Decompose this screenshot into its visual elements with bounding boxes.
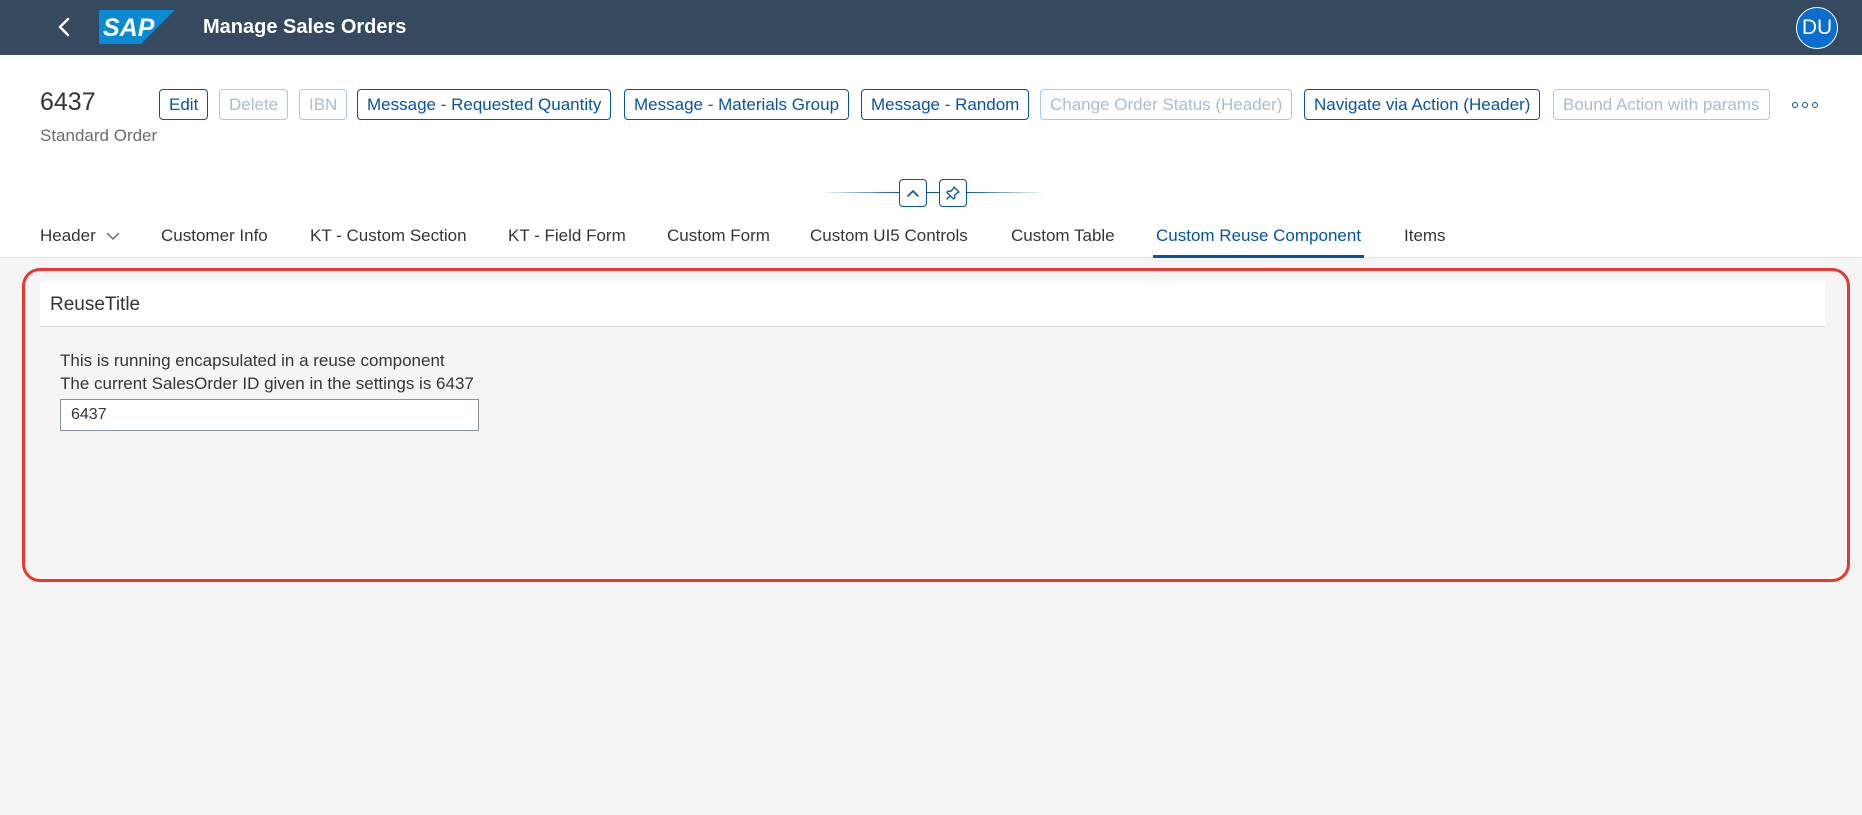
pin-icon [946,186,960,200]
app-title[interactable]: Manage Sales Orders [203,14,406,40]
message-materials-group-button[interactable]: Message - Materials Group [624,89,850,120]
header-divider-mid [927,192,939,193]
object-title: 6437 [40,88,96,116]
chevron-left-icon [58,17,70,37]
tab-label: Header [40,226,96,245]
tab-items[interactable]: Items [1404,219,1446,258]
tab-kt-field-form[interactable]: KT - Field Form [508,219,626,258]
message-random-button[interactable]: Message - Random [861,89,1030,120]
change-order-status-button[interactable]: Change Order Status (Header) [1040,89,1293,120]
edit-button[interactable]: Edit [159,89,209,120]
overflow-icon[interactable] [1792,95,1818,115]
chevron-up-icon [907,190,919,197]
tab-custom-table[interactable]: Custom Table [1011,219,1115,258]
navigate-via-action-button[interactable]: Navigate via Action (Header) [1304,89,1541,120]
header-divider-left [820,192,899,193]
section-title-bar: ReuseTitle [40,281,1825,327]
sap-logo[interactable]: SAP [99,10,175,44]
tab-custom-form[interactable]: Custom Form [667,219,770,258]
tab-header[interactable]: Header [40,219,120,258]
bound-action-with-params-button[interactable]: Bound Action with params [1553,89,1770,120]
collapse-header-button[interactable] [899,179,927,207]
section-title: ReuseTitle [50,294,141,315]
tab-custom-ui5-controls[interactable]: Custom UI5 Controls [810,219,968,258]
ibn-button[interactable]: IBN [299,89,348,120]
tab-customer-info[interactable]: Customer Info [161,219,268,258]
header-divider-right [967,192,1045,193]
back-button[interactable] [46,10,82,44]
user-avatar[interactable]: DU [1796,7,1838,49]
tab-custom-reuse-component[interactable]: Custom Reuse Component [1152,219,1365,258]
sales-order-id-input[interactable] [60,399,479,431]
object-page-header: 6437 Standard Order Edit Delete IBN Mess… [0,55,1862,258]
delete-button[interactable]: Delete [219,89,289,120]
logo-text: SAP [103,14,155,42]
reuse-info-text: This is running encapsulated in a reuse … [60,351,445,370]
object-subtitle: Standard Order [40,126,158,145]
tab-kt-custom-section[interactable]: KT - Custom Section [310,219,467,258]
chevron-down-icon[interactable] [106,232,120,241]
reuse-component-section: ReuseTitle This is running encapsulated … [40,281,1825,566]
shell-bar: SAP Manage Sales Orders DU [0,0,1862,55]
sales-order-id-text: The current SalesOrder ID given in the s… [60,374,474,393]
message-requested-quantity-button[interactable]: Message - Requested Quantity [357,89,612,120]
pin-header-button[interactable] [939,179,967,207]
